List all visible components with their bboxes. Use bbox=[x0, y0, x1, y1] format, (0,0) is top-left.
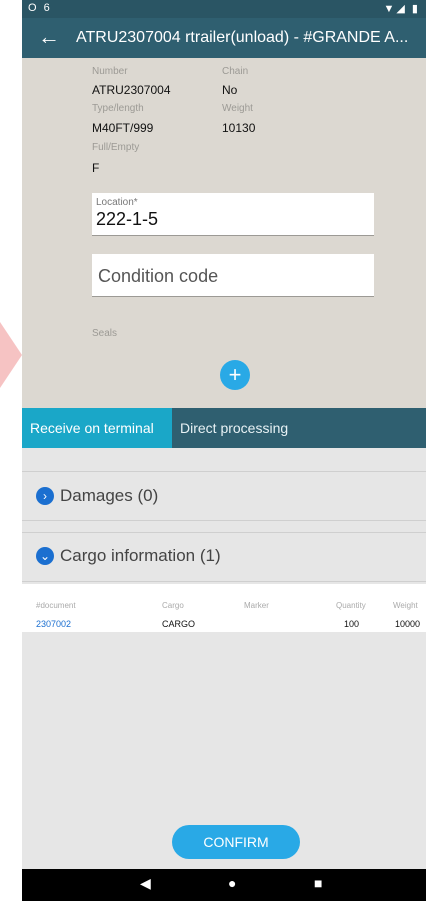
container-details: Number ATRU2307004 Chain No Type/length … bbox=[22, 58, 426, 408]
col-header-marker: Marker bbox=[244, 601, 269, 610]
location-field[interactable]: Location* 222-1-5 bbox=[92, 193, 374, 236]
condition-code-placeholder: Condition code bbox=[98, 266, 219, 286]
quantity-cell: 100 bbox=[344, 619, 360, 629]
tab-receive-on-terminal[interactable]: Receive on terminal bbox=[22, 408, 172, 448]
weight-value: 10130 bbox=[222, 121, 256, 135]
weight-cell: 10000 bbox=[395, 619, 421, 629]
status-right-icons: ▼◢ ▮ bbox=[383, 3, 420, 15]
cargo-cell: CARGO bbox=[162, 619, 196, 629]
arrow-shape bbox=[0, 322, 22, 388]
page-title: ATRU2307004 rtrailer(unload) - #GRANDE A… bbox=[76, 29, 409, 46]
cargo-section[interactable]: ⌄ Cargo information (1) bbox=[22, 532, 426, 582]
fullempty-value: F bbox=[92, 161, 100, 175]
type-label: Type/length bbox=[92, 103, 144, 114]
col-header-weight: Weight bbox=[393, 601, 418, 610]
col-header-document: #document bbox=[36, 601, 76, 610]
chain-value: No bbox=[222, 83, 238, 97]
status-bar: O 6 ▼◢ ▮ bbox=[22, 0, 426, 18]
condition-code-field[interactable]: Condition code bbox=[92, 254, 374, 297]
col-header-quantity: Quantity bbox=[336, 601, 366, 610]
chevron-right-icon: › bbox=[36, 487, 54, 505]
seals-label: Seals bbox=[92, 328, 118, 339]
cargo-table: #document Cargo Marker Quantity Weight 2… bbox=[22, 584, 426, 632]
tab-bar: Receive on terminal Direct processing bbox=[22, 408, 426, 448]
toolbar: ← ATRU2307004 rtrailer(unload) - #GRANDE… bbox=[22, 18, 426, 58]
damages-title: Damages (0) bbox=[60, 486, 159, 505]
location-value: 222-1-5 bbox=[96, 209, 159, 229]
chain-label: Chain bbox=[222, 66, 249, 77]
chevron-down-icon: ⌄ bbox=[36, 547, 54, 565]
add-seal-button[interactable]: + bbox=[220, 360, 250, 390]
number-value: ATRU2307004 bbox=[92, 83, 171, 97]
nav-recent-icon[interactable]: ■ bbox=[314, 875, 322, 891]
fullempty-label: Full/Empty bbox=[92, 142, 140, 153]
left-panel bbox=[0, 0, 22, 901]
nav-back-icon[interactable]: ◀ bbox=[140, 875, 151, 892]
back-arrow-icon[interactable]: ← bbox=[38, 24, 60, 50]
type-value: M40FT/999 bbox=[92, 121, 154, 135]
location-label: Location* bbox=[96, 197, 138, 208]
system-navbar: ◀ ● ■ bbox=[22, 869, 426, 901]
app-window: O 6 ▼◢ ▮ ← ATRU2307004 rtrailer(unload) … bbox=[22, 0, 426, 901]
confirm-button[interactable]: CONFIRM bbox=[172, 825, 300, 859]
col-header-cargo: Cargo bbox=[162, 601, 184, 610]
number-label: Number bbox=[92, 66, 128, 77]
weight-label: Weight bbox=[222, 103, 253, 114]
tab-direct-processing[interactable]: Direct processing bbox=[180, 408, 288, 448]
status-left-icons: O 6 bbox=[28, 2, 52, 14]
nav-home-icon[interactable]: ● bbox=[228, 875, 236, 891]
damages-section[interactable]: › Damages (0) bbox=[22, 471, 426, 521]
cargo-title: Cargo information (1) bbox=[60, 546, 221, 565]
document-link[interactable]: 2307002 bbox=[36, 619, 71, 629]
